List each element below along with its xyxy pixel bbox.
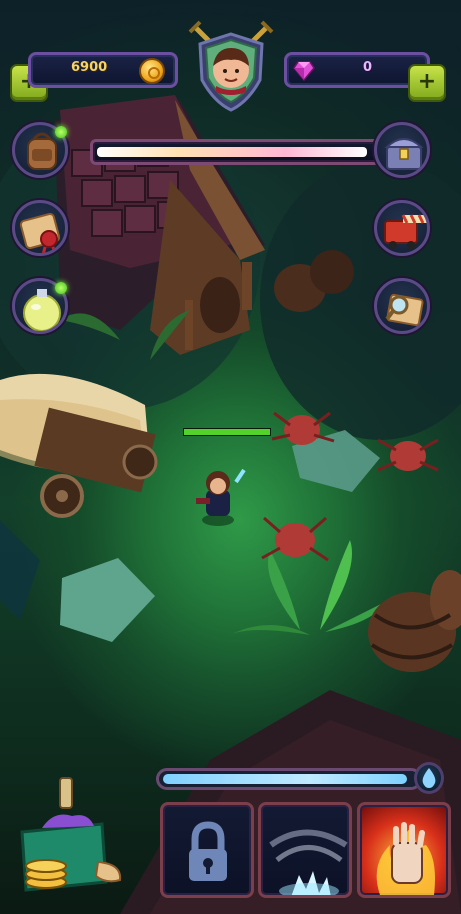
backpack-notification-dot	[55, 126, 67, 138]
fire-hand-icon	[376, 822, 435, 895]
plus-icon: +	[417, 69, 437, 94]
slash-strike-icon	[269, 829, 348, 895]
barrel-right	[368, 570, 461, 672]
loot-bag-icon	[20, 777, 122, 892]
hero-character	[196, 468, 246, 526]
chest-button[interactable]	[374, 122, 430, 178]
player-avatar-button[interactable]	[188, 20, 274, 112]
chest-progress-fill	[97, 147, 367, 157]
pink-gem-icon	[293, 61, 315, 81]
hero-health-bar	[183, 428, 271, 436]
inventory-bag-button[interactable]	[2, 772, 132, 902]
gold-coin-icon	[139, 58, 165, 84]
coin-amount: 6900	[71, 60, 108, 75]
coin-counter: 6900	[28, 52, 178, 88]
mana-fill	[163, 774, 407, 784]
potion-notification-dot	[55, 282, 67, 294]
shop-button[interactable]	[374, 200, 430, 256]
hero-health-fill	[184, 429, 270, 435]
gem-amount: 0	[363, 60, 373, 75]
ability-slot-locked[interactable]	[160, 802, 254, 898]
quests-button[interactable]	[12, 200, 68, 256]
map-button[interactable]	[374, 278, 430, 334]
game-screen[interactable]: + 6900 0 +	[0, 0, 461, 914]
add-gems-button[interactable]: +	[408, 64, 446, 102]
hero-portrait-icon	[213, 48, 249, 95]
ability-slash-button[interactable]	[258, 802, 352, 898]
ability-fire-button[interactable]	[357, 802, 451, 898]
mana-drop-icon	[414, 762, 444, 794]
chest-progress-bar	[90, 139, 380, 165]
padlock-icon	[189, 821, 227, 881]
mana-bar	[156, 768, 422, 790]
